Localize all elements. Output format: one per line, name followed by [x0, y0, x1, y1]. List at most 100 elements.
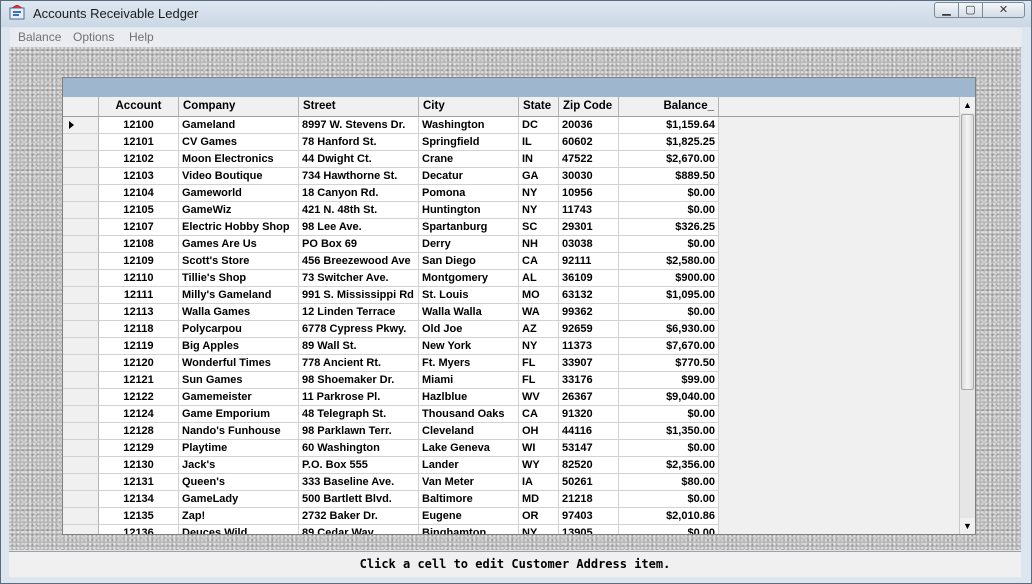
cell-zip[interactable]: 99362	[559, 304, 619, 321]
cell-zip[interactable]: 26367	[559, 389, 619, 406]
cell-account[interactable]: 12110	[99, 270, 179, 287]
cell-balance[interactable]: $80.00	[619, 474, 719, 491]
cell-street[interactable]: 89 Cedar Way	[299, 525, 419, 534]
cell-street[interactable]: 8997 W. Stevens Dr.	[299, 117, 419, 134]
cell-account[interactable]: 12121	[99, 372, 179, 389]
cell-company[interactable]: Playtime	[179, 440, 299, 457]
maximize-button[interactable]: ▢	[958, 2, 983, 18]
scroll-up-icon[interactable]: ▲	[960, 97, 975, 113]
row-selector[interactable]	[63, 389, 99, 406]
cell-account[interactable]: 12122	[99, 389, 179, 406]
cell-balance[interactable]: $770.50	[619, 355, 719, 372]
title-bar[interactable]: Accounts Receivable Ledger ▁ ▢ ✕	[1, 1, 1031, 27]
cell-account[interactable]: 12101	[99, 134, 179, 151]
cell-balance[interactable]: $2,356.00	[619, 457, 719, 474]
cell-balance[interactable]: $0.00	[619, 525, 719, 534]
header-balance[interactable]: Balance_	[619, 97, 719, 116]
cell-balance[interactable]: $1,350.00	[619, 423, 719, 440]
cell-company[interactable]: Tillie's Shop	[179, 270, 299, 287]
cell-company[interactable]: Electric Hobby Shop	[179, 219, 299, 236]
cell-zip[interactable]: 36109	[559, 270, 619, 287]
cell-city[interactable]: Washington	[419, 117, 519, 134]
cell-zip[interactable]: 53147	[559, 440, 619, 457]
cell-balance[interactable]: $0.00	[619, 185, 719, 202]
cell-balance[interactable]: $2,010.86	[619, 508, 719, 525]
cell-state[interactable]: WA	[519, 304, 559, 321]
cell-company[interactable]: Nando's Funhouse	[179, 423, 299, 440]
cell-city[interactable]: Binghamton	[419, 525, 519, 534]
cell-zip[interactable]: 10956	[559, 185, 619, 202]
cell-state[interactable]: AL	[519, 270, 559, 287]
menu-balance[interactable]: Balance	[18, 30, 61, 44]
cell-company[interactable]: Moon Electronics	[179, 151, 299, 168]
cell-zip[interactable]: 50261	[559, 474, 619, 491]
header-state[interactable]: State	[519, 97, 559, 116]
cell-company[interactable]: Video Boutique	[179, 168, 299, 185]
cell-state[interactable]: NH	[519, 236, 559, 253]
cell-street[interactable]: 11 Parkrose Pl.	[299, 389, 419, 406]
cell-street[interactable]: 2732 Baker Dr.	[299, 508, 419, 525]
cell-account[interactable]: 12128	[99, 423, 179, 440]
cell-company[interactable]: Wonderful Times	[179, 355, 299, 372]
cell-city[interactable]: Walla Walla	[419, 304, 519, 321]
table-row[interactable]: 12103 Video Boutique 734 Hawthorne St. Deca…	[63, 168, 959, 185]
cell-city[interactable]: Decatur	[419, 168, 519, 185]
table-row[interactable]: 12121 Sun Games 98 Shoemaker Dr. Miami FL 331…	[63, 372, 959, 389]
cell-street[interactable]: 98 Parklawn Terr.	[299, 423, 419, 440]
header-city[interactable]: City	[419, 97, 519, 116]
cell-state[interactable]: OR	[519, 508, 559, 525]
cell-balance[interactable]: $326.25	[619, 219, 719, 236]
row-selector[interactable]	[63, 440, 99, 457]
cell-state[interactable]: WV	[519, 389, 559, 406]
row-selector[interactable]	[63, 304, 99, 321]
cell-street[interactable]: 421 N. 48th St.	[299, 202, 419, 219]
row-selector[interactable]	[63, 253, 99, 270]
cell-state[interactable]: WI	[519, 440, 559, 457]
cell-account[interactable]: 12103	[99, 168, 179, 185]
cell-account[interactable]: 12130	[99, 457, 179, 474]
cell-company[interactable]: Scott's Store	[179, 253, 299, 270]
cell-balance[interactable]: $1,095.00	[619, 287, 719, 304]
cell-state[interactable]: MO	[519, 287, 559, 304]
cell-state[interactable]: IA	[519, 474, 559, 491]
cell-zip[interactable]: 47522	[559, 151, 619, 168]
cell-account[interactable]: 12111	[99, 287, 179, 304]
cell-zip[interactable]: 03038	[559, 236, 619, 253]
header-zip[interactable]: Zip Code	[559, 97, 619, 116]
cell-balance[interactable]: $7,670.00	[619, 338, 719, 355]
cell-company[interactable]: Queen's	[179, 474, 299, 491]
cell-state[interactable]: NY	[519, 185, 559, 202]
cell-street[interactable]: 48 Telegraph St.	[299, 406, 419, 423]
row-selector[interactable]	[63, 117, 99, 134]
cell-street[interactable]: 44 Dwight Ct.	[299, 151, 419, 168]
cell-company[interactable]: Gamemeister	[179, 389, 299, 406]
cell-city[interactable]: Crane	[419, 151, 519, 168]
cell-city[interactable]: San Diego	[419, 253, 519, 270]
cell-state[interactable]: IL	[519, 134, 559, 151]
cell-state[interactable]: WY	[519, 457, 559, 474]
cell-account[interactable]: 12135	[99, 508, 179, 525]
table-row[interactable]: 12130 Jack's P.O. Box 555 Lander WY 82520 $2,3…	[63, 457, 959, 474]
cell-zip[interactable]: 91320	[559, 406, 619, 423]
cell-company[interactable]: Gameland	[179, 117, 299, 134]
cell-city[interactable]: Lake Geneva	[419, 440, 519, 457]
cell-city[interactable]: Ft. Myers	[419, 355, 519, 372]
row-selector[interactable]	[63, 525, 99, 534]
row-selector[interactable]	[63, 202, 99, 219]
row-selector[interactable]	[63, 355, 99, 372]
cell-street[interactable]: 18 Canyon Rd.	[299, 185, 419, 202]
row-selector[interactable]	[63, 372, 99, 389]
cell-city[interactable]: New York	[419, 338, 519, 355]
cell-city[interactable]: Montgomery	[419, 270, 519, 287]
table-row[interactable]: 12129 Playtime 60 Washington Lake Geneva WI 5…	[63, 440, 959, 457]
cell-street[interactable]: PO Box 69	[299, 236, 419, 253]
cell-balance[interactable]: $0.00	[619, 236, 719, 253]
cell-balance[interactable]: $2,670.00	[619, 151, 719, 168]
header-street[interactable]: Street	[299, 97, 419, 116]
cell-company[interactable]: Polycarpou	[179, 321, 299, 338]
row-selector[interactable]	[63, 185, 99, 202]
table-row[interactable]: 12101 CV Games 78 Hanford St. Springfield IL…	[63, 134, 959, 151]
menu-options[interactable]: Options	[73, 30, 114, 44]
cell-state[interactable]: OH	[519, 423, 559, 440]
cell-balance[interactable]: $0.00	[619, 202, 719, 219]
